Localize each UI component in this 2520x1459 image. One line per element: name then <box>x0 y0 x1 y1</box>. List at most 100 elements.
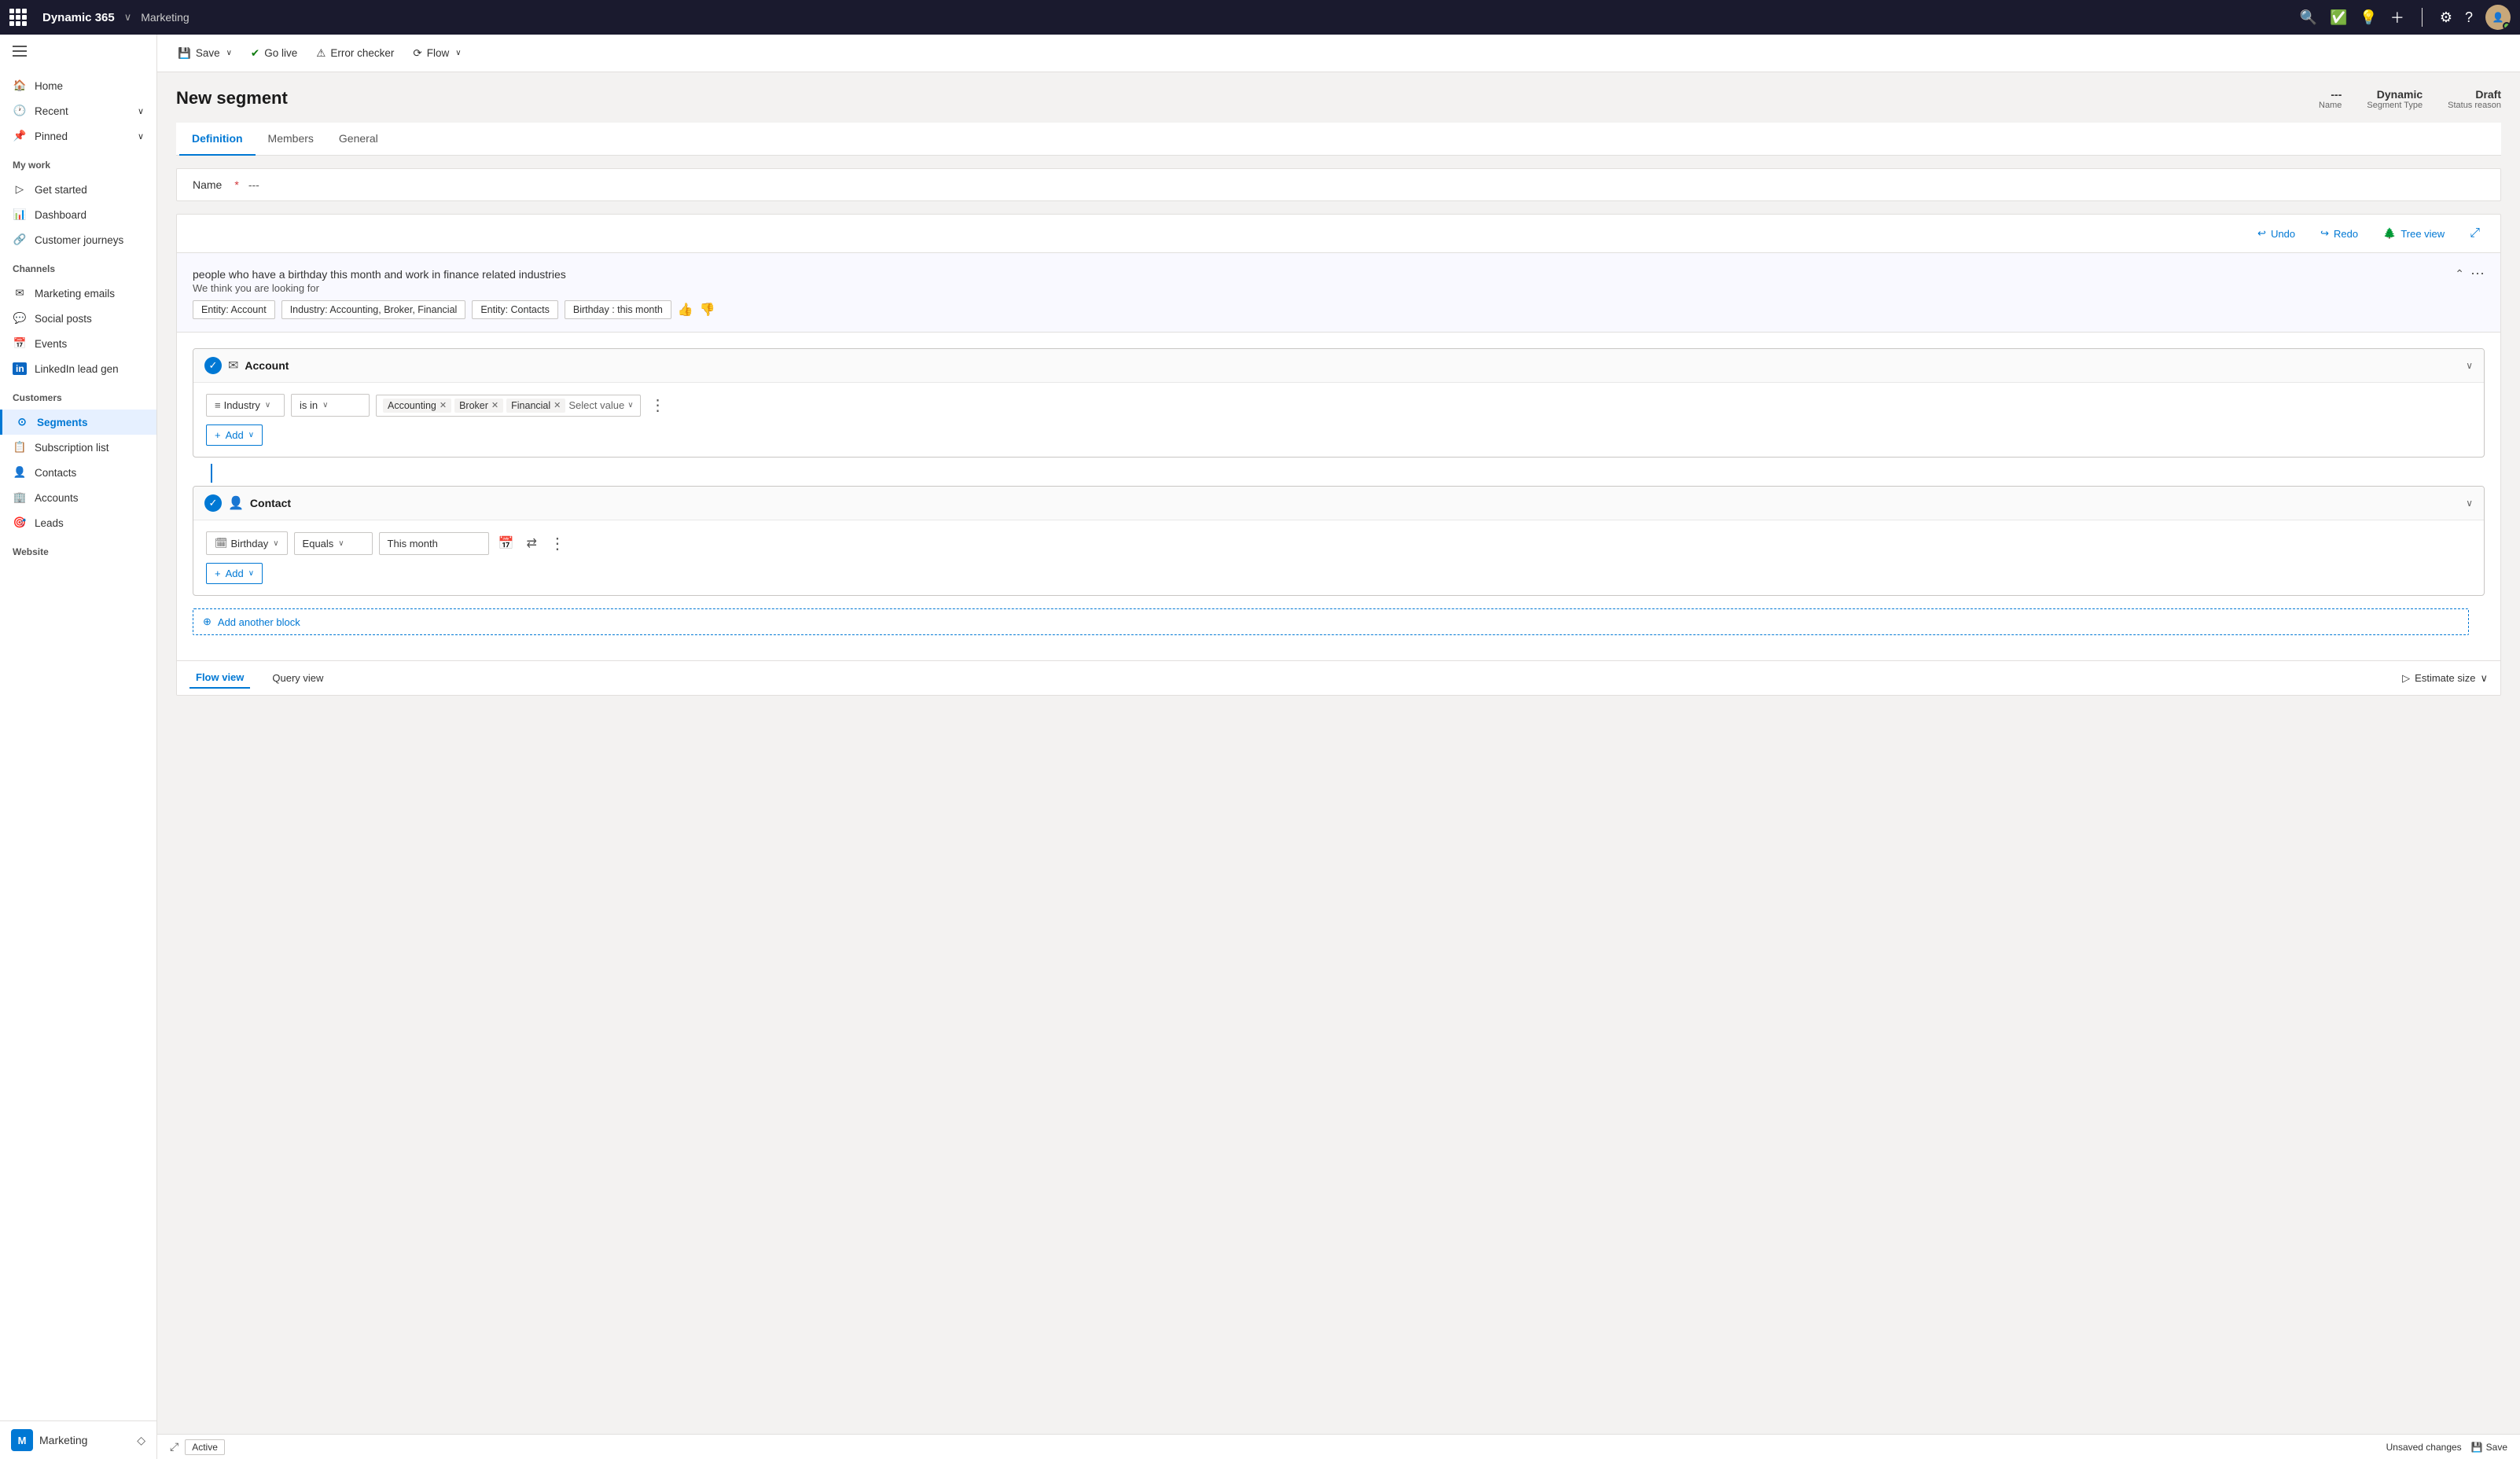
broker-label: Broker <box>459 400 488 411</box>
sidebar-item-home[interactable]: 🏠 Home <box>0 73 156 98</box>
expand-button[interactable]: ⤢ <box>2462 222 2488 244</box>
estimate-size-icon: ▷ <box>2402 672 2410 685</box>
birthday-operator-select[interactable]: Equals ∨ <box>294 532 373 555</box>
events-icon: 📅 <box>13 337 27 350</box>
accounting-chip: Accounting ✕ <box>383 399 451 413</box>
subscription-icon: 📋 <box>13 441 27 454</box>
linkedin-icon: in <box>13 362 27 375</box>
error-checker-icon: ⚠ <box>316 47 326 60</box>
tree-view-button[interactable]: 🌲 Tree view <box>2375 223 2452 244</box>
sidebar-item-customer-journeys[interactable]: 🔗 Customer journeys <box>0 227 156 252</box>
birthday-calendar-icon[interactable]: 📅 <box>495 535 517 551</box>
sidebar-item-contacts[interactable]: 👤 Contacts <box>0 460 156 485</box>
tab-general[interactable]: General <box>326 123 391 156</box>
sidebar-item-marketing-emails[interactable]: ✉ Marketing emails <box>0 281 156 306</box>
birthday-value-label: This month <box>388 538 438 549</box>
app-name-caret[interactable]: ∨ <box>124 11 132 24</box>
go-live-button[interactable]: ✔ Go live <box>243 42 305 64</box>
financial-remove[interactable]: ✕ <box>554 400 561 410</box>
contact-add-button[interactable]: + Add ∨ <box>206 563 263 584</box>
sidebar-label-events: Events <box>35 338 67 350</box>
flow-button[interactable]: ⟳ Flow ∨ <box>405 42 469 64</box>
sidebar-item-social-posts[interactable]: 💬 Social posts <box>0 306 156 331</box>
unsaved-changes-label: Unsaved changes <box>2386 1442 2462 1453</box>
contact-block-caret[interactable]: ∨ <box>2466 498 2473 509</box>
sidebar-item-dashboard[interactable]: 📊 Dashboard <box>0 202 156 227</box>
sidebar-toggle[interactable] <box>0 35 156 70</box>
thumbs-up-button[interactable]: 👍 <box>678 300 693 319</box>
status-expand-icon[interactable]: ⤢ <box>170 1440 178 1453</box>
sidebar-item-pinned[interactable]: 📌 Pinned ∨ <box>0 123 156 149</box>
redo-button[interactable]: ↪ Redo <box>2312 223 2366 244</box>
birthday-value-select[interactable]: This month <box>379 532 489 555</box>
sidebar-label-leads: Leads <box>35 517 64 529</box>
undo-button[interactable]: ↩ Undo <box>2250 223 2303 244</box>
add-another-block-button[interactable]: ⊕ Add another block <box>193 608 2469 635</box>
financial-chip: Financial ✕ <box>506 399 565 413</box>
select-value-dropdown[interactable]: Select value ∨ <box>568 399 633 411</box>
birthday-operator-label: Equals <box>303 538 334 549</box>
checkmark-circle-icon[interactable]: ✅ <box>2330 9 2347 26</box>
account-block-header[interactable]: ✓ ✉ Account ∨ <box>193 349 2484 383</box>
tab-members[interactable]: Members <box>256 123 326 156</box>
app-grid-icon[interactable] <box>9 9 27 26</box>
error-checker-button[interactable]: ⚠ Error checker <box>308 42 402 64</box>
thumbs-down-button[interactable]: 👎 <box>700 300 716 319</box>
tab-definition[interactable]: Definition <box>179 123 256 156</box>
sidebar-footer-caret[interactable]: ◇ <box>137 1434 145 1447</box>
query-view-button[interactable]: Query view <box>266 668 329 688</box>
account-block-caret[interactable]: ∨ <box>2466 360 2473 371</box>
get-started-icon: ▷ <box>13 183 27 196</box>
industry-caret: ∨ <box>265 401 270 410</box>
birthday-more-button[interactable]: ⋮ <box>546 534 568 553</box>
settings-icon[interactable]: ⚙ <box>2440 9 2452 26</box>
definition-tabs: Definition Members General <box>176 123 2501 156</box>
blocks-area: ✓ ✉ Account ∨ ≡ Industry ∨ <box>177 333 2500 660</box>
ai-collapse-button[interactable]: ⌃ <box>2455 267 2464 281</box>
account-add-button[interactable]: + Add ∨ <box>206 424 263 446</box>
help-icon[interactable]: ? <box>2465 9 2473 26</box>
industry-more-button[interactable]: ⋮ <box>647 395 669 415</box>
avatar[interactable]: 👤 <box>2485 5 2511 30</box>
save-caret[interactable]: ∨ <box>226 49 232 57</box>
status-save-button[interactable]: 💾 Save <box>2471 1442 2507 1453</box>
lightbulb-icon[interactable]: 💡 <box>2360 9 2377 26</box>
home-icon: 🏠 <box>13 79 27 92</box>
sidebar-footer: M Marketing ◇ <box>0 1420 156 1459</box>
flow-caret[interactable]: ∨ <box>455 49 461 57</box>
name-field-value[interactable]: --- <box>248 178 259 191</box>
industry-values[interactable]: Accounting ✕ Broker ✕ Financial <box>376 395 641 417</box>
account-block: ✓ ✉ Account ∨ ≡ Industry ∨ <box>193 348 2485 458</box>
avatar-online-indicator <box>2503 22 2511 30</box>
sidebar-item-linkedin[interactable]: in LinkedIn lead gen <box>0 356 156 381</box>
sidebar-item-get-started[interactable]: ▷ Get started <box>0 177 156 202</box>
search-icon[interactable]: 🔍 <box>2300 9 2317 26</box>
contact-block-header[interactable]: ✓ 👤 Contact ∨ <box>193 487 2484 520</box>
broker-remove[interactable]: ✕ <box>491 400 498 410</box>
bottom-view-bar: Flow view Query view ▷ Estimate size ∨ <box>177 660 2500 695</box>
birthday-shuffle-icon[interactable]: ⇄ <box>523 535 539 551</box>
flow-view-button[interactable]: Flow view <box>189 667 250 689</box>
estimate-size-button[interactable]: ▷ Estimate size ∨ <box>2402 672 2488 685</box>
segment-builder: ↩ Undo ↪ Redo 🌲 Tree view ⤢ <box>176 214 2501 696</box>
sidebar-item-recent[interactable]: 🕐 Recent ∨ <box>0 98 156 123</box>
nav-separator <box>2422 8 2423 27</box>
sidebar-item-segments[interactable]: ⊙ Segments <box>0 410 156 435</box>
accounting-remove[interactable]: ✕ <box>440 400 447 410</box>
sidebar-label-social-posts: Social posts <box>35 313 92 325</box>
sidebar-item-leads[interactable]: 🎯 Leads <box>0 510 156 535</box>
ai-more-button[interactable]: ⋯ <box>2470 266 2485 282</box>
redo-icon: ↪ <box>2320 227 2329 240</box>
module-name: Marketing <box>141 11 189 24</box>
account-add-caret: ∨ <box>248 431 254 439</box>
birthday-field-select[interactable]: 🗓 Birthday ∨ <box>206 531 288 555</box>
sidebar-item-events[interactable]: 📅 Events <box>0 331 156 356</box>
sidebar-item-accounts[interactable]: 🏢 Accounts <box>0 485 156 510</box>
sidebar-item-subscription-list[interactable]: 📋 Subscription list <box>0 435 156 460</box>
section-channels-label: Channels <box>0 255 156 277</box>
industry-field-select[interactable]: ≡ Industry ∨ <box>206 394 285 417</box>
save-button[interactable]: 💾 Save ∨ <box>170 42 240 64</box>
plus-icon[interactable]: ＋ <box>2390 7 2404 28</box>
operator-select[interactable]: is in ∨ <box>291 394 370 417</box>
leads-icon: 🎯 <box>13 516 27 529</box>
